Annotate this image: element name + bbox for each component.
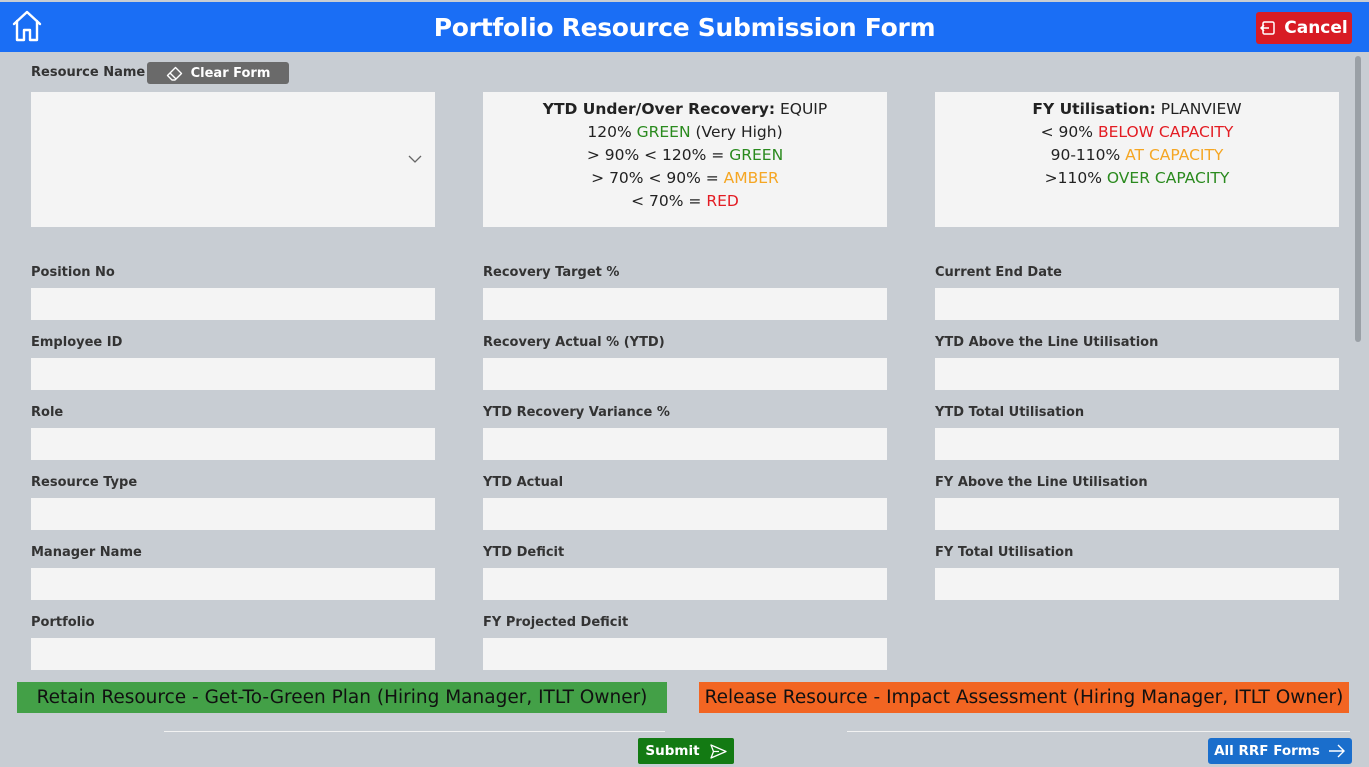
release-resource-banner[interactable]: Release Resource - Impact Assessment (Hi… [699,682,1349,713]
recovery-actual-field[interactable] [483,358,887,390]
resource-type-field[interactable] [31,498,435,530]
exit-icon [1260,21,1275,35]
ytd-recovery-legend: YTD Under/Over Recovery: EQUIP 120% GREE… [483,92,887,227]
ytd-actual-label: YTD Actual [483,475,564,490]
cancel-button[interactable]: Cancel [1256,12,1352,44]
ytd-legend-row: > 70% < 90% = AMBER [591,169,779,187]
role-field[interactable] [31,428,435,460]
fy-projected-deficit-field[interactable] [483,638,887,670]
fy-legend-row: 90-110% AT CAPACITY [1050,146,1224,164]
send-icon [709,743,727,759]
manager-name-field[interactable] [31,568,435,600]
vertical-scrollbar[interactable] [1355,56,1361,342]
recovery-actual-label: Recovery Actual % (YTD) [483,335,665,350]
manager-name-label: Manager Name [31,545,142,560]
ytd-above-line-utilisation-label: YTD Above the Line Utilisation [935,335,1159,350]
cancel-label: Cancel [1284,18,1348,38]
fy-above-line-utilisation-label: FY Above the Line Utilisation [935,475,1148,490]
employee-id-label: Employee ID [31,335,123,350]
resource-name-label: Resource Name [31,65,146,80]
fy-above-line-utilisation-field[interactable] [935,498,1339,530]
arrow-right-icon [1328,744,1345,758]
ytd-total-utilisation-label: YTD Total Utilisation [935,405,1085,420]
recovery-target-field[interactable] [483,288,887,320]
clear-form-button[interactable]: Clear Form [147,62,289,84]
divider [164,731,665,732]
position-no-field[interactable] [31,288,435,320]
ytd-deficit-field[interactable] [483,568,887,600]
clear-form-label: Clear Form [190,65,271,81]
ytd-legend-row: 120% GREEN (Very High) [587,123,783,141]
page-title: Portfolio Resource Submission Form [433,13,936,42]
eraser-icon [166,66,182,81]
submit-button[interactable]: Submit [638,738,734,764]
ytd-actual-field[interactable] [483,498,887,530]
all-rrf-forms-button[interactable]: All RRF Forms [1208,738,1352,764]
employee-id-field[interactable] [31,358,435,390]
role-label: Role [31,405,64,420]
chevron-down-icon [408,155,422,163]
ytd-legend-row: < 70% = RED [631,192,739,210]
ytd-deficit-label: YTD Deficit [483,545,565,560]
fy-total-utilisation-label: FY Total Utilisation [935,545,1074,560]
submit-label: Submit [645,743,700,759]
portfolio-field[interactable] [31,638,435,670]
resource-name-dropdown[interactable] [31,92,435,227]
fy-projected-deficit-label: FY Projected Deficit [483,615,629,630]
fy-total-utilisation-field[interactable] [935,568,1339,600]
divider [847,731,1350,732]
position-no-label: Position No [31,265,115,280]
ytd-recovery-variance-label: YTD Recovery Variance % [483,405,670,420]
ytd-legend-row: > 90% < 120% = GREEN [586,146,784,164]
ytd-total-utilisation-field[interactable] [935,428,1339,460]
resource-type-label: Resource Type [31,475,138,490]
current-end-date-field[interactable] [935,288,1339,320]
fy-legend-row: >110% OVER CAPACITY [1044,169,1230,187]
header-bar: Portfolio Resource Submission Form Cance… [0,0,1369,52]
retain-resource-banner[interactable]: Retain Resource - Get-To-Green Plan (Hir… [17,682,667,713]
fy-utilisation-legend: FY Utilisation: PLANVIEW < 90% BELOW CAP… [935,92,1339,227]
ytd-recovery-variance-field[interactable] [483,428,887,460]
all-rrf-forms-label: All RRF Forms [1214,743,1320,759]
ytd-legend-heading: YTD Under/Over Recovery: EQUIP [542,100,828,118]
recovery-target-label: Recovery Target % [483,265,620,280]
current-end-date-label: Current End Date [935,265,1062,280]
fy-legend-heading: FY Utilisation: PLANVIEW [1032,100,1242,118]
portfolio-label: Portfolio [31,615,95,630]
fy-legend-row: < 90% BELOW CAPACITY [1040,123,1234,141]
ytd-above-line-utilisation-field[interactable] [935,358,1339,390]
